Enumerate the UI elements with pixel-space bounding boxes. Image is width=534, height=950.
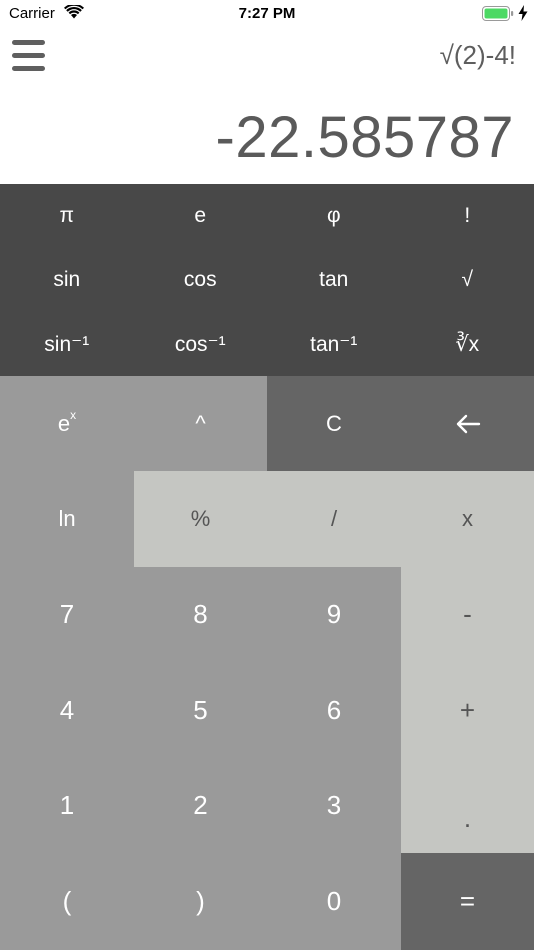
digit-0-key[interactable]: 0 (267, 853, 401, 950)
clear-key[interactable]: C (267, 376, 401, 471)
digit-8-key[interactable]: 8 (134, 567, 267, 662)
keypad: π e φ ! sin cos tan √ sin⁻¹ cos⁻¹ tan⁻¹ … (0, 184, 534, 950)
factorial-key[interactable]: ! (401, 184, 534, 248)
menu-button[interactable] (12, 38, 46, 74)
digit-7-key[interactable]: 7 (0, 567, 134, 662)
divide-key[interactable]: / (267, 471, 401, 567)
hamburger-menu-icon-bar (12, 53, 45, 58)
percent-key[interactable]: % (134, 471, 267, 567)
digit-3-key[interactable]: 3 (267, 758, 401, 853)
ln-key[interactable]: ln (0, 471, 134, 567)
digit-2-key[interactable]: 2 (134, 758, 267, 853)
cube-root-key[interactable]: ∛x (401, 312, 534, 376)
decimal-key[interactable]: . (401, 758, 534, 853)
cos-key[interactable]: cos (134, 248, 268, 312)
charging-bolt-icon (518, 5, 528, 21)
digit-5-key[interactable]: 5 (134, 662, 267, 758)
digit-9-key[interactable]: 9 (267, 567, 401, 662)
equals-key[interactable]: = (401, 853, 534, 950)
e-key[interactable]: e (134, 184, 268, 248)
arccos-key[interactable]: cos⁻¹ (134, 312, 268, 376)
pi-key[interactable]: π (0, 184, 134, 248)
close-paren-key[interactable]: ) (134, 853, 267, 950)
sqrt-key[interactable]: √ (401, 248, 534, 312)
exp-key-base: e (57, 410, 71, 436)
hamburger-menu-icon-bar (12, 40, 45, 45)
digit-4-key[interactable]: 4 (0, 662, 134, 758)
phi-key[interactable]: φ (267, 184, 401, 248)
hamburger-menu-icon-bar (12, 66, 45, 71)
arcsin-key[interactable]: sin⁻¹ (0, 312, 134, 376)
plus-key[interactable]: + (401, 662, 534, 758)
clock: 7:27 PM (238, 5, 296, 22)
status-bar: Carrier 7:27 PM (0, 0, 534, 28)
result-display: -22.585787 (215, 105, 514, 170)
backspace-key[interactable] (401, 376, 534, 471)
power-key[interactable]: ^ (134, 376, 267, 471)
expression-display: √(2)-4! (439, 40, 516, 70)
backspace-arrow-icon (456, 414, 480, 433)
exp-key[interactable]: ex (0, 376, 134, 471)
open-paren-key[interactable]: ( (0, 853, 134, 950)
arctan-key[interactable]: tan⁻¹ (267, 312, 401, 376)
multiply-key[interactable]: x (401, 471, 534, 567)
tan-key[interactable]: tan (267, 248, 401, 312)
digit-1-key[interactable]: 1 (0, 758, 134, 853)
exp-key-superscript: x (70, 407, 77, 422)
scientific-panel: π e φ ! sin cos tan √ sin⁻¹ cos⁻¹ tan⁻¹ … (0, 184, 534, 376)
digit-6-key[interactable]: 6 (267, 662, 401, 758)
battery-icon (482, 6, 514, 21)
sin-key[interactable]: sin (0, 248, 134, 312)
minus-key[interactable]: - (401, 567, 534, 662)
